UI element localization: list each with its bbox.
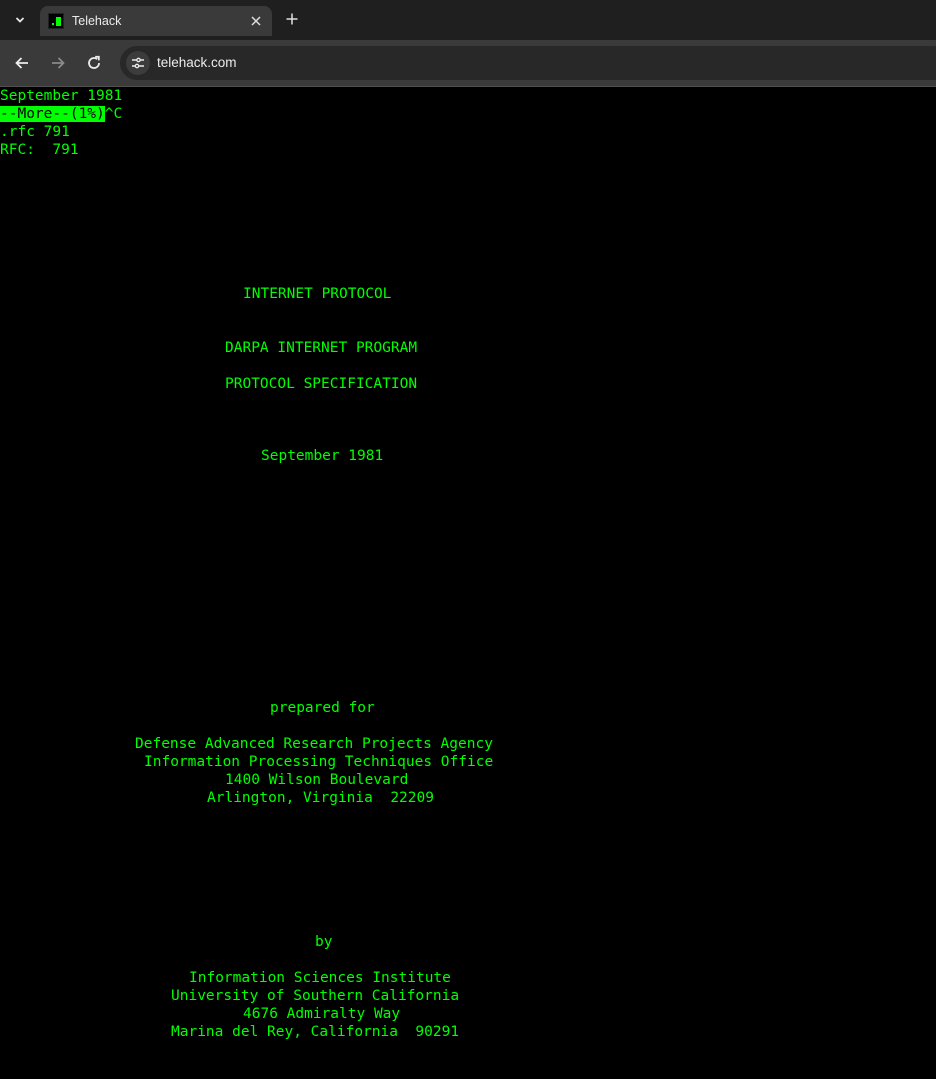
forward-button[interactable]	[46, 51, 70, 75]
agency-line: 1400 Wilson Boulevard	[225, 772, 409, 788]
tab-search-button[interactable]	[8, 8, 32, 32]
tab-telehack[interactable]: Telehack	[40, 6, 272, 36]
chevron-down-icon	[15, 17, 25, 23]
tab-title: Telehack	[72, 14, 122, 28]
browser-toolbar: telehack.com	[0, 40, 936, 87]
document-program: DARPA INTERNET PROGRAM	[225, 340, 418, 356]
terminal-screen[interactable]: September 1981 --More--(1%)^C .rfc 791 R…	[0, 87, 936, 1079]
agency-line: Defense Advanced Research Projects Agenc…	[135, 736, 493, 752]
terminal-line-command: .rfc 791	[0, 124, 70, 140]
agency-line: Information Processing Techniques Office	[144, 754, 494, 770]
interrupt-text: ^C	[104, 106, 123, 122]
arrow-right-icon	[52, 57, 65, 69]
more-prompt: --More--(1%)	[0, 106, 105, 122]
author-line: University of Southern California	[171, 988, 460, 1004]
back-button[interactable]	[10, 51, 34, 75]
new-tab-button[interactable]	[281, 8, 303, 30]
tab-strip: Telehack	[0, 0, 936, 40]
site-info-button[interactable]	[126, 51, 150, 75]
document-date: September 1981	[261, 448, 384, 464]
reload-icon	[88, 55, 100, 69]
close-tab-button[interactable]	[246, 11, 266, 31]
terminal-line-date: September 1981	[0, 88, 123, 104]
author-line: Marina del Rey, California 90291	[171, 1024, 460, 1040]
by-label: by	[315, 934, 333, 950]
agency-line: Arlington, Virginia 22209	[207, 790, 434, 806]
tune-icon	[132, 57, 144, 69]
document-spec: PROTOCOL SPECIFICATION	[225, 376, 418, 392]
author-line: Information Sciences Institute	[189, 970, 451, 986]
plus-icon	[286, 13, 298, 25]
url-text: telehack.com	[157, 55, 237, 70]
reload-button[interactable]	[82, 51, 106, 75]
terminal-line-rfc: RFC: 791	[0, 142, 79, 158]
arrow-left-icon	[15, 57, 28, 69]
telehack-favicon-icon	[48, 13, 64, 29]
author-line: 4676 Admiralty Way	[243, 1006, 401, 1022]
close-icon	[251, 16, 261, 26]
address-bar[interactable]: telehack.com	[120, 46, 936, 80]
terminal-line-more: --More--(1%)^C	[0, 105, 122, 123]
prepared-for-label: prepared for	[270, 700, 375, 716]
document-title: INTERNET PROTOCOL	[243, 286, 392, 302]
